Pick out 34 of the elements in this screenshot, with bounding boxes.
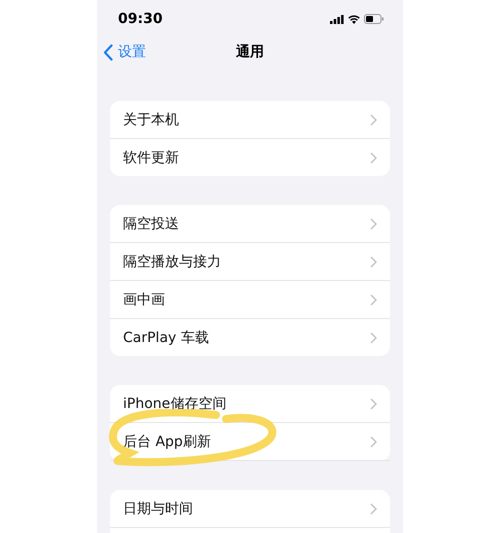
settings-row[interactable]: 隔空投送 bbox=[110, 205, 390, 243]
row-label: 后台 App刷新 bbox=[123, 432, 211, 450]
chevron-right-icon bbox=[370, 256, 377, 268]
chevron-right-icon bbox=[370, 152, 377, 164]
row-label: 日期与时间 bbox=[123, 500, 193, 518]
chevron-right-icon bbox=[370, 502, 377, 514]
signal-icon bbox=[330, 14, 344, 24]
row-label: 隔空投送 bbox=[123, 214, 179, 232]
row-label: 画中画 bbox=[123, 290, 165, 308]
chevron-left-icon bbox=[103, 44, 113, 60]
row-label: 隔空播放与接力 bbox=[123, 252, 221, 270]
settings-row[interactable]: 日期与时间 bbox=[110, 490, 390, 528]
row-label: 关于本机 bbox=[123, 110, 179, 128]
chevron-right-icon bbox=[370, 436, 377, 448]
settings-row[interactable]: 软件更新 bbox=[110, 139, 390, 176]
back-button[interactable]: 设置 bbox=[103, 43, 146, 61]
wifi-icon bbox=[348, 14, 360, 24]
chevron-right-icon bbox=[370, 218, 377, 230]
row-label: 软件更新 bbox=[123, 148, 179, 166]
settings-row[interactable]: 画中画 bbox=[110, 281, 390, 319]
row-label: CarPlay 车载 bbox=[123, 328, 209, 346]
row-label: iPhone储存空间 bbox=[123, 394, 226, 412]
settings-row[interactable]: 隔空播放与接力 bbox=[110, 243, 390, 281]
settings-row[interactable]: CarPlay 车载 bbox=[110, 319, 390, 356]
chevron-right-icon bbox=[370, 332, 377, 344]
settings-row[interactable]: iPhone储存空间 bbox=[110, 385, 390, 423]
chevron-right-icon bbox=[370, 294, 377, 306]
chevron-right-icon bbox=[370, 398, 377, 410]
chevron-right-icon bbox=[370, 114, 377, 126]
settings-row[interactable]: 关于本机 bbox=[110, 101, 390, 139]
nav-title: 通用 bbox=[236, 43, 264, 61]
status-time: 09:30 bbox=[118, 11, 163, 27]
settings-row[interactable]: 后台 App刷新 bbox=[110, 423, 390, 461]
battery-icon bbox=[364, 14, 384, 24]
